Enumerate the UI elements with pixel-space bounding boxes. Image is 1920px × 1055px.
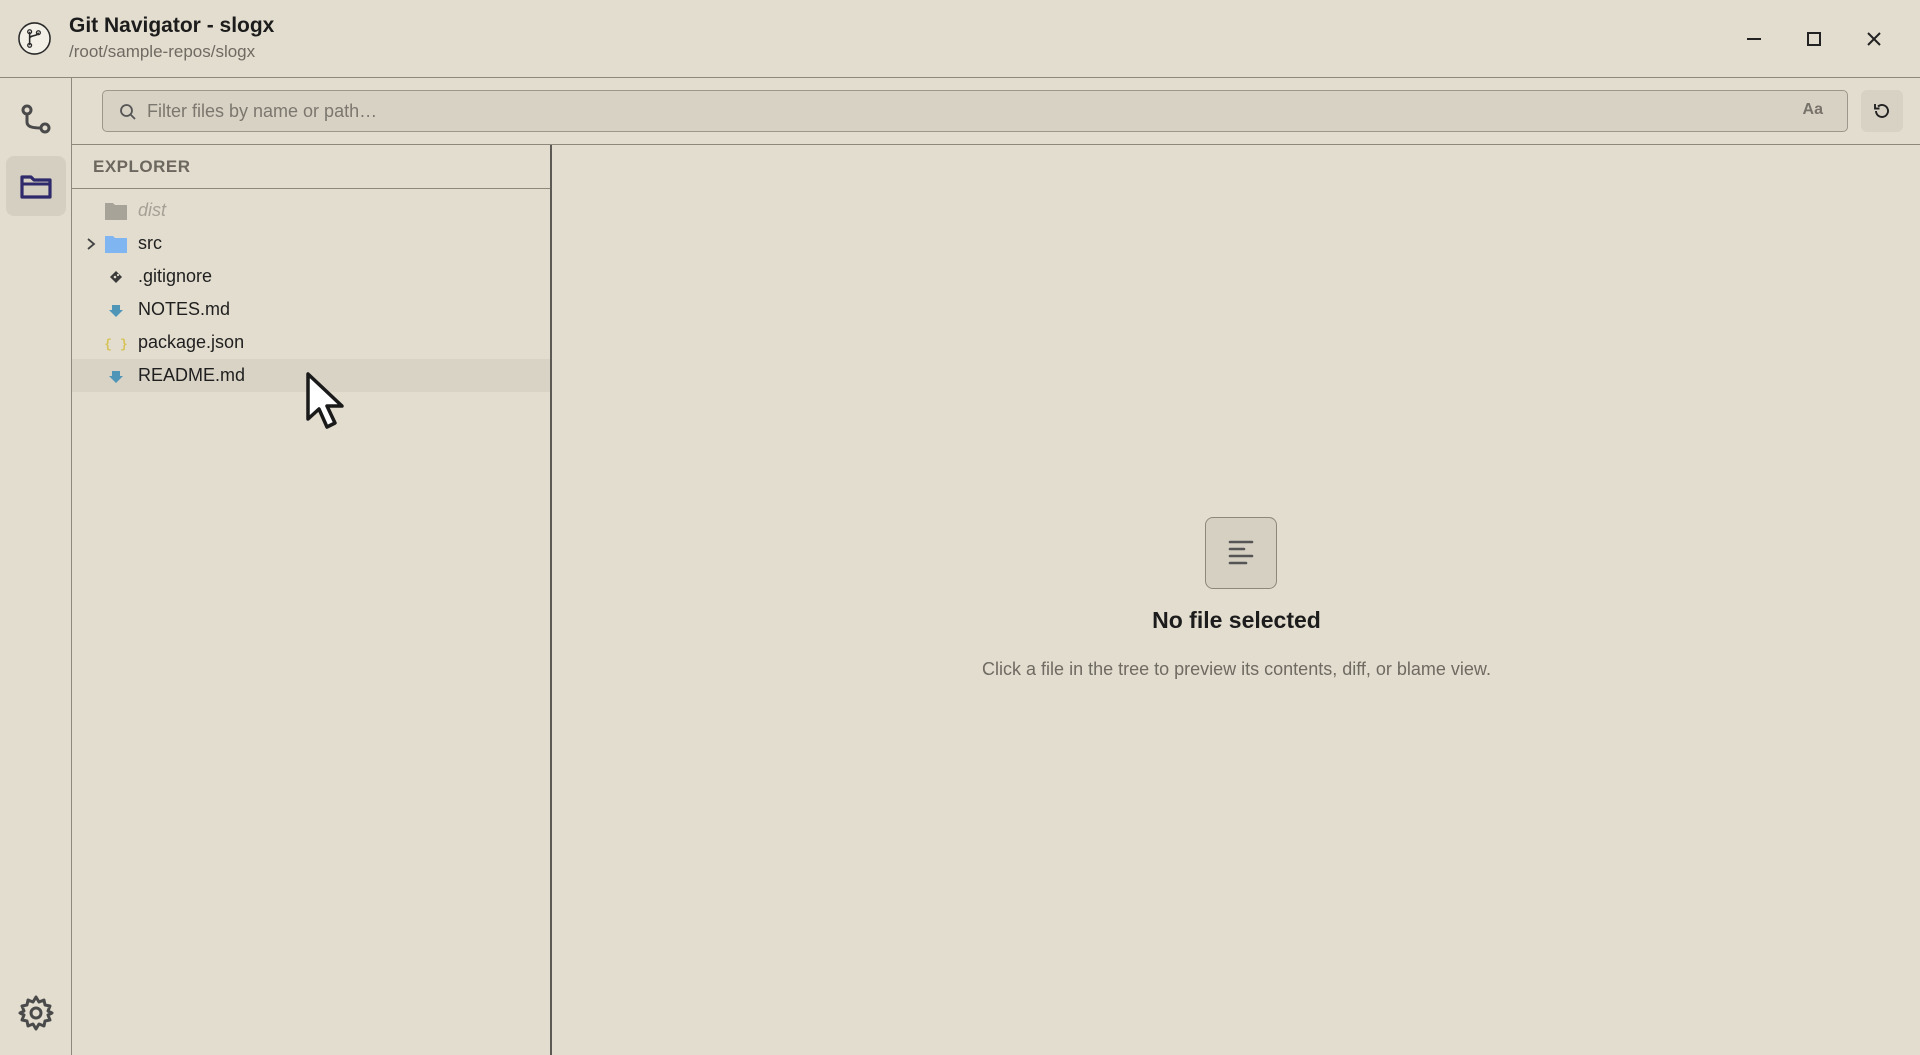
file-tree: dist src .gitignore NOTES.md {} package… <box>72 189 550 392</box>
tree-item-label: README.md <box>138 365 246 385</box>
search-icon <box>120 104 136 120</box>
refresh-button[interactable] <box>1861 90 1903 132</box>
tree-item-notes-md[interactable]: NOTES.md <box>72 293 550 326</box>
empty-state-icon <box>1205 517 1277 589</box>
file-filter-input[interactable] <box>145 91 1765 131</box>
minimize-icon <box>1747 38 1761 40</box>
settings-button[interactable] <box>6 983 66 1043</box>
window-subtitle: /root/sample-repos/slogx <box>69 42 256 61</box>
match-case-toggle[interactable]: Aa <box>1803 101 1823 119</box>
close-icon <box>1867 32 1881 46</box>
maximize-button[interactable] <box>1797 22 1831 56</box>
empty-state-title: No file selected <box>1152 607 1321 633</box>
folder-icon <box>105 236 127 253</box>
folder-icon <box>20 175 52 199</box>
close-button[interactable] <box>1857 22 1891 56</box>
source-control-button[interactable] <box>6 90 66 150</box>
git-icon <box>110 271 122 283</box>
tree-item-package-json[interactable]: { } package.json <box>72 326 550 359</box>
json-icon: { } <box>104 337 127 352</box>
tree-item-gitignore[interactable]: .gitignore <box>72 260 550 293</box>
maximize-icon <box>1807 32 1821 46</box>
preview-area: No file selected Click a file in the tre… <box>553 145 1920 1055</box>
gear-icon <box>18 995 54 1031</box>
tree-item-label: .gitignore <box>138 266 213 286</box>
empty-state-subtitle: Click a file in the tree to preview its … <box>982 659 1491 679</box>
tree-item-label: dist <box>138 200 167 220</box>
chevron-right-icon[interactable] <box>85 237 97 251</box>
explorer-header: EXPLORER <box>72 145 550 189</box>
folder-icon <box>105 203 127 220</box>
explorer-button[interactable] <box>6 156 66 216</box>
tree-item-label: src <box>138 233 162 253</box>
minimize-button[interactable] <box>1737 22 1771 56</box>
window-title: Git Navigator - slogx <box>69 14 275 37</box>
activity-bar <box>0 78 72 1055</box>
tree-item-label: package.json <box>138 332 245 352</box>
tree-item-readme-md[interactable]: README.md <box>72 359 550 392</box>
document-lines-icon <box>1228 540 1254 565</box>
title-bar: Git Navigator - slogx /root/sample-repos… <box>0 0 1920 78</box>
tree-item-src[interactable]: src <box>72 227 550 260</box>
markdown-icon <box>109 371 123 383</box>
file-filter-box: Aa <box>102 90 1848 132</box>
svg-text:{ }: { } <box>104 337 127 352</box>
git-branch-icon <box>21 104 51 134</box>
tree-item-label: NOTES.md <box>138 299 231 319</box>
refresh-icon <box>1874 104 1889 118</box>
tree-item-dist[interactable]: dist <box>72 194 550 227</box>
app-logo-icon <box>18 22 51 55</box>
explorer-panel: EXPLORER dist src .gitignore NOTES.md {… <box>72 145 552 1055</box>
markdown-icon <box>109 305 123 317</box>
